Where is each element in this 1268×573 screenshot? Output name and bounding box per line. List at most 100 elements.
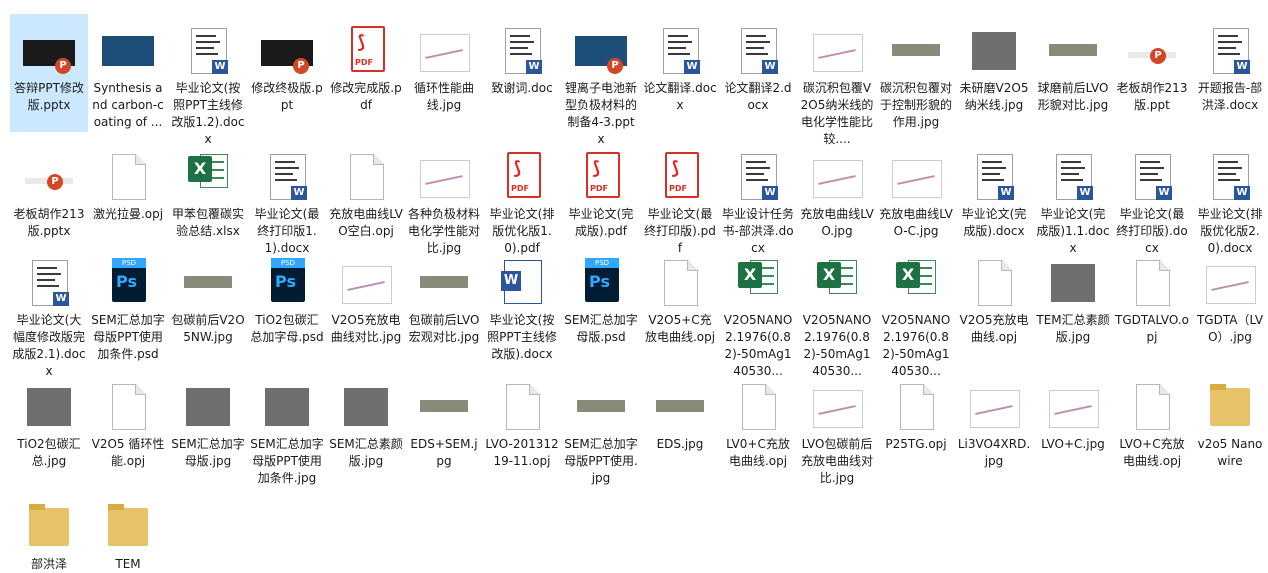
file-item[interactable]: 碳沉积包覆对于控制形貌的作用.jpg	[877, 14, 955, 132]
file-item[interactable]: V2O5充放电曲线对比.jpg	[327, 246, 405, 366]
file-item[interactable]: ⟆ PDF 修改完成版.pdf	[327, 14, 405, 132]
file-icon	[414, 258, 474, 310]
file-item[interactable]: W 论文翻译2.docx	[719, 14, 797, 132]
file-icon: W	[1043, 152, 1103, 204]
file-item[interactable]: EDS+SEM.jpg	[405, 370, 483, 488]
file-item[interactable]: P 老板胡作213版.ppt	[1113, 14, 1191, 132]
file-icon	[98, 152, 158, 204]
file-item[interactable]: 球磨前后LVO形貌对比.jpg	[1034, 14, 1112, 132]
file-item[interactable]: 包碳前后V2O5NW.jpg	[169, 246, 247, 366]
file-icon: P	[1122, 26, 1182, 78]
file-item[interactable]: LV0+C充放电曲线.opj	[719, 370, 797, 488]
file-item[interactable]: 充放电曲线LVO-C.jpg	[877, 140, 955, 244]
file-item[interactable]: 充放电曲线LVO空白.opj	[327, 140, 405, 244]
file-item[interactable]: W 毕业论文(大幅度修改版完成版2.1).docx	[10, 246, 88, 378]
file-icon	[807, 382, 867, 434]
chart-thumbnail-icon	[892, 160, 942, 198]
file-item[interactable]: 激光拉曼.opj	[89, 140, 167, 244]
file-item[interactable]: P 答辩PPT修改版.pptx	[10, 14, 88, 132]
file-item[interactable]: P 老板胡作213版.pptx	[10, 140, 88, 244]
file-item[interactable]: LVO-20131219-11.opj	[483, 370, 561, 488]
blank-file-icon	[112, 154, 146, 200]
file-item[interactable]: W 致谢词.doc	[483, 14, 561, 132]
file-item[interactable]: 部洪泽	[10, 490, 88, 571]
file-item[interactable]: X 甲苯包覆碳实验总结.xlsx	[169, 140, 247, 244]
file-icon	[492, 382, 552, 434]
file-item[interactable]: W 毕业论文(完成版).docx	[955, 140, 1033, 244]
file-item[interactable]: X V2O5NANO2.1976(0.82)-50mAg140530...	[877, 246, 955, 378]
file-item[interactable]: 未研磨V2O5纳米线.jpg	[955, 14, 1033, 132]
word-badge-icon: W	[291, 186, 307, 200]
file-item[interactable]: 包碳前后LVO宏观对比.jpg	[405, 246, 483, 366]
file-icon	[807, 152, 867, 204]
file-icon	[886, 26, 946, 78]
file-name-label: 论文翻译2.docx	[724, 81, 792, 112]
file-item[interactable]: SEM汇总加字母版.jpg	[169, 370, 247, 488]
file-icon	[178, 382, 238, 434]
file-item[interactable]: W 毕业论文(最终打印版1.1).docx	[248, 140, 326, 255]
file-item[interactable]: 各种负极材料电化学性能对比.jpg	[405, 140, 483, 255]
file-name-label: P25TG.opj	[885, 437, 947, 451]
file-item[interactable]: P 修改终极版.ppt	[248, 14, 326, 132]
file-item[interactable]: ⟆ PDF 毕业论文(最终打印版).pdf	[641, 140, 719, 255]
file-item[interactable]: V2O5充放电曲线.opj	[955, 246, 1033, 366]
file-item[interactable]: TGDTALVO.opj	[1113, 246, 1191, 366]
file-item[interactable]: SEM汇总素颜版.jpg	[327, 370, 405, 488]
file-item[interactable]: W 毕业论文(按照PPT主线修改版1.2).docx	[169, 14, 247, 146]
file-item[interactable]: P 锂离子电池新型负极材料的制备4-3.pptx	[562, 14, 640, 146]
file-item[interactable]: SEM汇总加字母版PPT使用.jpg	[562, 370, 640, 488]
file-name-label: 答辩PPT修改版.pptx	[14, 81, 84, 112]
file-item[interactable]: PSD Ps TiO2包碳汇总加字母.psd	[248, 246, 326, 366]
file-item[interactable]: 循环性能曲线.jpg	[405, 14, 483, 132]
file-item[interactable]: ⟆ PDF 毕业论文(排版优化版1.0).pdf	[483, 140, 561, 255]
file-item[interactable]: SEM汇总加字母版PPT使用加条件.jpg	[248, 370, 326, 488]
file-item[interactable]: TiO2包碳汇总.jpg	[10, 370, 88, 488]
file-item[interactable]: W 毕业论文(按照PPT主线修改版).docx	[483, 246, 561, 366]
file-item[interactable]: PSD Ps SEM汇总加字母版.psd	[562, 246, 640, 366]
file-item[interactable]: LVO包碳前后充放电曲线对比.jpg	[798, 370, 876, 488]
blank-file-icon	[112, 384, 146, 430]
file-icon	[1043, 258, 1103, 310]
folder-icon	[1210, 384, 1250, 426]
file-item[interactable]: W 毕业论文(完成版)1.1.docx	[1034, 140, 1112, 255]
file-item[interactable]: v2o5 Nanowire	[1191, 370, 1268, 488]
file-item[interactable]: 充放电曲线LVO.jpg	[798, 140, 876, 244]
file-name-label: 甲苯包覆碳实验总结.xlsx	[171, 207, 244, 238]
micrograph-thumbnail-icon	[265, 388, 309, 426]
file-name-label: Li3VO4XRD.jpg	[957, 437, 1031, 468]
file-item[interactable]: ⟆ PDF 毕业论文(完成版).pdf	[562, 140, 640, 244]
file-name-label: 碳沉积包覆对于控制形貌的作用.jpg	[879, 81, 952, 129]
file-item[interactable]: PSD Ps SEM汇总加字母版PPT使用加条件.psd	[89, 246, 167, 366]
file-item[interactable]: W 毕业设计任务书-部洪泽.docx	[719, 140, 797, 255]
file-item[interactable]: V2O5 循环性能.opj	[89, 370, 167, 488]
file-item[interactable]: TGDTA（LVO）.jpg	[1191, 246, 1268, 366]
file-item[interactable]: LVO+C充放电曲线.opj	[1113, 370, 1191, 488]
file-item[interactable]: X V2O5NANO2.1976(0.82)-50mAg140530...	[798, 246, 876, 378]
file-item[interactable]: W 论文翻译.docx	[641, 14, 719, 132]
file-item[interactable]: EDS.jpg	[641, 370, 719, 488]
file-item[interactable]: 碳沉积包覆V2O5纳米线的电化学性能比较....	[798, 14, 876, 146]
file-item[interactable]: TEM	[89, 490, 167, 571]
file-item[interactable]: W 毕业论文(最终打印版).docx	[1113, 140, 1191, 255]
file-name-label: 部洪泽	[30, 557, 67, 571]
powerpoint-badge-icon: P	[607, 58, 623, 74]
file-icon	[1122, 258, 1182, 310]
file-item[interactable]: X V2O5NANO2.1976(0.82)-50mAg140530...	[719, 246, 797, 378]
file-item[interactable]: W 毕业论文(排版优化版2.0).docx	[1191, 140, 1268, 255]
chart-thumbnail-icon	[1049, 390, 1099, 428]
file-item[interactable]: W 开题报告-部洪泽.docx	[1191, 14, 1268, 132]
file-item[interactable]: P25TG.opj	[877, 370, 955, 488]
file-item[interactable]: TEM汇总素颜版.jpg	[1034, 246, 1112, 366]
file-icon	[1043, 382, 1103, 434]
file-item[interactable]: Synthesis and carbon-coating of ...	[89, 14, 167, 132]
micrograph-thumbnail-icon	[344, 388, 388, 426]
file-icon: X	[807, 258, 867, 310]
file-name-label: 碳沉积包覆V2O5纳米线的电化学性能比较....	[800, 81, 874, 146]
file-item[interactable]: V2O5+C充放电曲线.opj	[641, 246, 719, 366]
file-name-label: 论文翻译.docx	[643, 81, 717, 112]
file-item[interactable]: Li3VO4XRD.jpg	[955, 370, 1033, 488]
powerpoint-badge-icon: P	[47, 174, 63, 190]
file-icon: P	[19, 26, 79, 78]
file-name-label: SEM汇总加字母版.jpg	[171, 437, 245, 468]
file-item[interactable]: LVO+C.jpg	[1034, 370, 1112, 488]
